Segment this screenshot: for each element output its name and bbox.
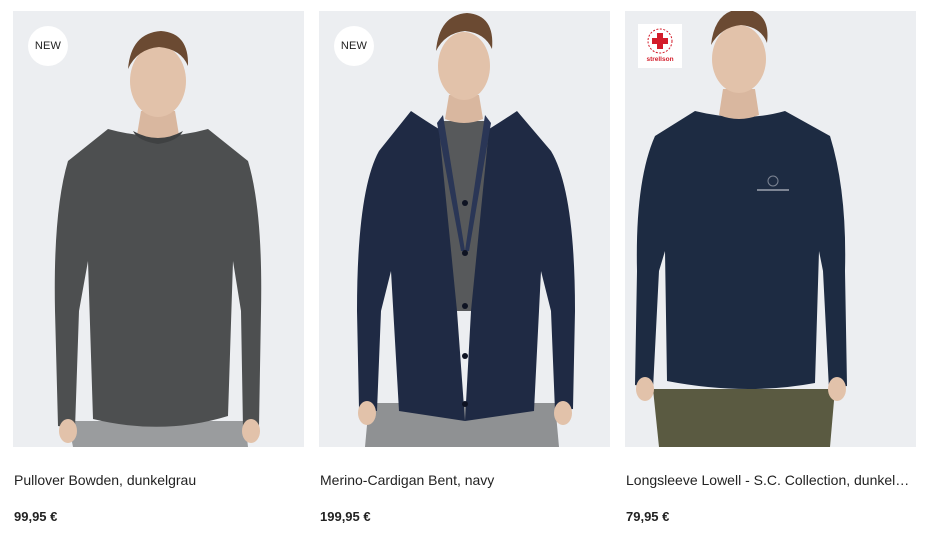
product-price: 79,95 € [626,509,670,524]
product-price: 99,95 € [14,509,58,524]
product-card[interactable]: NEW Pullover Bowden, dunkelgrau 99,95 € [13,11,304,531]
product-title[interactable]: Pullover Bowden, dunkelgrau [14,471,304,489]
model-illustration [635,11,847,447]
product-card[interactable]: strellson Longsleeve Lowell - S.C. Colle… [625,11,916,531]
product-grid: NEW Pullover Bowden, dunkelgrau 99,95 € [0,0,933,545]
brand-name: strellson [646,56,674,63]
brand-badge: strellson [638,24,682,68]
new-badge: NEW [334,26,374,66]
product-title[interactable]: Merino-Cardigan Bent, navy [320,471,610,489]
model-illustration [357,13,575,447]
product-image[interactable]: strellson [625,11,916,447]
product-image[interactable]: NEW [13,11,304,447]
product-card[interactable]: NEW Merino-Cardigan Bent, navy 199,95 € [319,11,610,531]
product-image[interactable]: NEW [319,11,610,447]
model-illustration [54,31,262,447]
new-badge: NEW [28,26,68,66]
product-title[interactable]: Longsleeve Lowell - S.C. Collection, dun… [626,471,916,489]
product-price: 199,95 € [320,509,371,524]
